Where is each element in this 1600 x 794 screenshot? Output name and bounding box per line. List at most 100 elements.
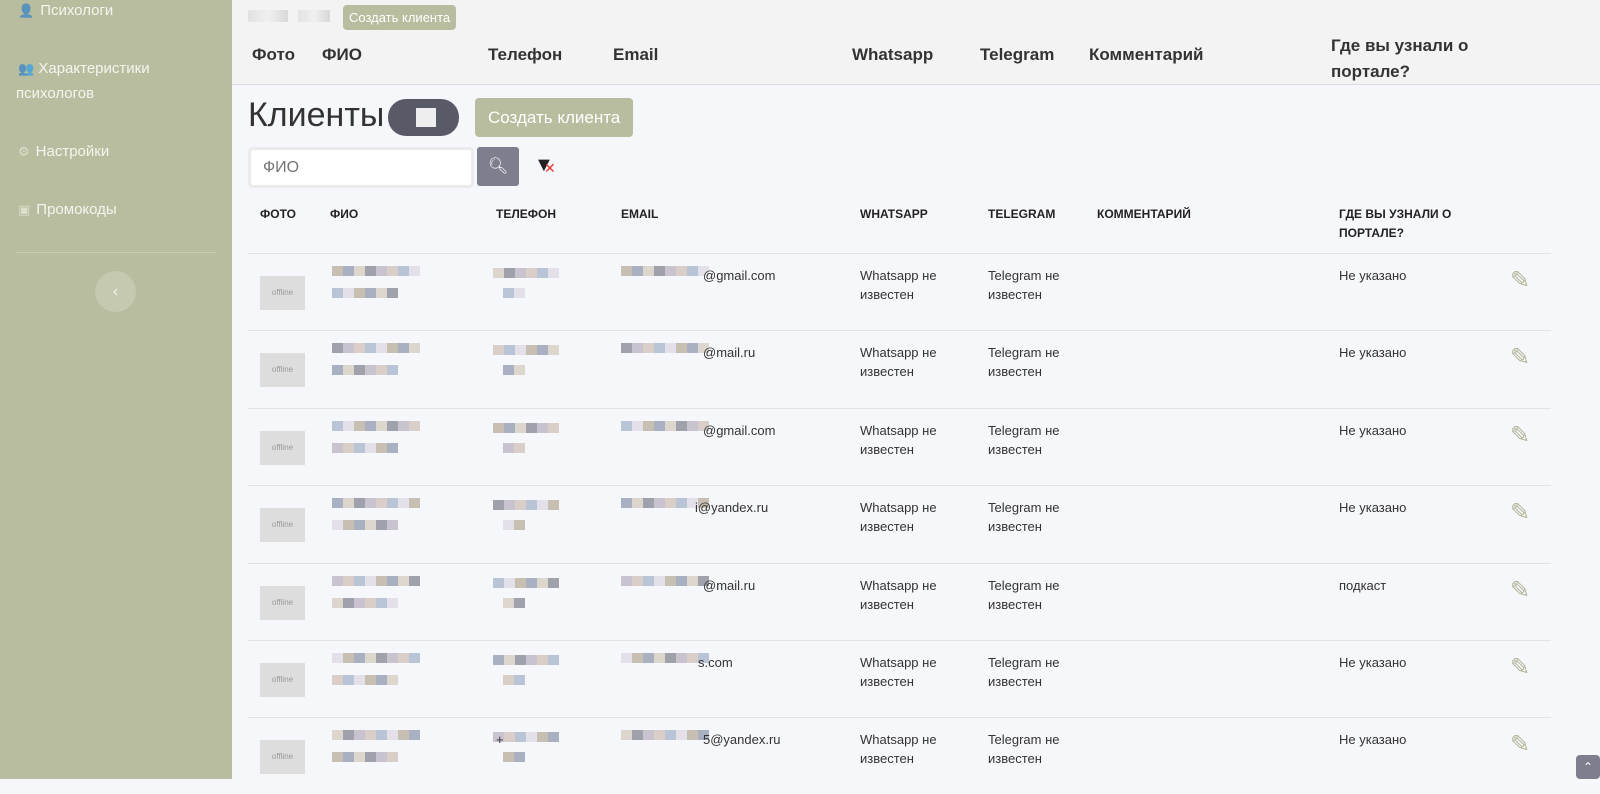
page-title: Клиенты xyxy=(248,96,385,134)
blurred-text xyxy=(654,575,665,586)
blurred-text xyxy=(665,498,676,509)
blurred-text xyxy=(503,597,514,608)
table-row: offline @mail.ru Whatsapp не известен Te… xyxy=(248,330,1551,407)
blurred-text xyxy=(514,365,525,376)
table-row: offline s.com Whatsapp не известен Teleg… xyxy=(248,640,1551,717)
blurred-text xyxy=(526,655,537,665)
blurred-text xyxy=(409,266,420,276)
blurred-text xyxy=(354,597,365,608)
client-whatsapp: Whatsapp не известен xyxy=(860,732,937,767)
blurred-text xyxy=(654,343,665,354)
search-button[interactable]: 🔍︎ xyxy=(477,147,519,186)
blurred-text xyxy=(548,655,559,665)
blurred-text xyxy=(621,575,632,586)
blurred-text xyxy=(365,730,376,741)
blurred-text xyxy=(503,520,514,531)
blurred-text xyxy=(365,752,376,763)
edit-client-button[interactable]: ✎ xyxy=(1510,730,1530,759)
edit-client-button[interactable]: ✎ xyxy=(1510,653,1530,682)
sidebar-item-characteristics[interactable]: 👥 Характеристики психологов xyxy=(16,56,150,106)
blurred-text xyxy=(643,575,654,586)
blurred-text xyxy=(409,343,420,354)
blurred-text xyxy=(665,575,676,586)
blurred-text xyxy=(387,343,398,354)
client-whatsapp: Whatsapp не известен xyxy=(860,500,937,535)
sidebar-divider xyxy=(16,252,216,253)
blurred-text xyxy=(387,520,398,531)
blurred-text xyxy=(643,343,654,354)
edit-client-button[interactable]: ✎ xyxy=(1510,343,1530,372)
sidebar-item-settings[interactable]: ⚙ Настройки xyxy=(18,139,109,164)
blurred-text xyxy=(687,730,698,741)
blurred-text xyxy=(548,422,559,433)
blurred-text xyxy=(526,268,537,278)
create-client-button[interactable]: Создать клиента xyxy=(475,98,634,137)
scroll-to-top-button[interactable]: ⌃ xyxy=(1576,755,1600,779)
blurred-text xyxy=(654,730,665,741)
blurred-text xyxy=(365,343,376,354)
blurred-text xyxy=(493,577,504,588)
gear-icon: ⚙ xyxy=(18,144,30,159)
clear-filter-button[interactable]: ▼ ✕ xyxy=(534,154,556,177)
client-telegram: Telegram не известен xyxy=(988,422,1060,457)
blurred-text xyxy=(398,730,409,741)
blurred-text xyxy=(493,268,504,278)
sidebar-item-label: Промокоды xyxy=(36,201,117,218)
edit-client-button[interactable]: ✎ xyxy=(1510,498,1530,527)
blurred-text xyxy=(676,575,687,586)
sidebar-item-promocodes[interactable]: ▣ Промокоды xyxy=(18,197,117,222)
client-email: @mail.ru xyxy=(703,345,756,361)
blurred-text xyxy=(504,577,515,588)
chevron-up-icon: ⌃ xyxy=(1582,760,1594,774)
chevron-left-icon: ‹ xyxy=(112,283,119,300)
blurred-text xyxy=(365,288,376,298)
edit-client-button[interactable]: ✎ xyxy=(1510,421,1530,450)
blurred-text xyxy=(548,345,559,356)
edit-client-button[interactable]: ✎ xyxy=(1510,576,1530,605)
blurred-text xyxy=(515,500,526,511)
blurred-text xyxy=(343,266,354,276)
table-row: offline @gmail.com Whatsapp не известен … xyxy=(248,253,1551,330)
blurred-text xyxy=(537,577,548,588)
blurred-text xyxy=(504,655,515,665)
sidebar-item-psychologists[interactable]: 👤 Психологи xyxy=(18,0,113,23)
blurred-text xyxy=(387,575,398,586)
blurred-text xyxy=(343,498,354,509)
col-header-phone: ТЕЛЕФОН xyxy=(496,207,556,221)
client-photo: offline xyxy=(260,353,305,388)
sticky-header-whatsapp: Whatsapp xyxy=(852,45,934,64)
blurred-text xyxy=(665,653,676,663)
blurred-text xyxy=(654,420,665,431)
view-toggle[interactable] xyxy=(388,99,459,136)
blurred-text xyxy=(632,266,643,276)
blurred-text xyxy=(654,498,665,509)
blurred-text xyxy=(376,653,387,663)
sticky-header-phone: Телефон xyxy=(488,45,563,64)
blurred-text xyxy=(409,498,420,509)
blurred-text xyxy=(332,597,343,608)
edit-icon: ✎ xyxy=(1510,267,1531,294)
blurred-text xyxy=(398,498,409,509)
client-whatsapp: Whatsapp не известен xyxy=(860,345,937,380)
user-icon: 👤 xyxy=(18,3,35,18)
client-photo: offline xyxy=(260,276,305,310)
blurred-text xyxy=(376,420,387,431)
blurred-text xyxy=(298,10,330,22)
blurred-text xyxy=(687,420,698,431)
blurred-text xyxy=(332,675,343,685)
blurred-text xyxy=(687,266,698,276)
create-client-button-small[interactable]: Создать клиента xyxy=(343,5,457,30)
blurred-text xyxy=(376,288,387,298)
search-input[interactable] xyxy=(248,147,474,188)
client-source: Не указано xyxy=(1339,422,1407,438)
blurred-text xyxy=(621,730,632,741)
table-row: offline i@yandex.ru Whatsapp не известен… xyxy=(248,485,1551,562)
edit-client-button[interactable]: ✎ xyxy=(1510,266,1530,295)
sticky-header-telegram: Telegram xyxy=(980,45,1055,64)
client-source: Не указано xyxy=(1339,268,1407,283)
blurred-text xyxy=(643,266,654,276)
col-header-whatsapp: WHATSAPP xyxy=(860,207,928,221)
blurred-text xyxy=(514,520,525,531)
blurred-text xyxy=(537,268,548,278)
collapse-sidebar-button[interactable]: ‹ xyxy=(95,271,136,312)
